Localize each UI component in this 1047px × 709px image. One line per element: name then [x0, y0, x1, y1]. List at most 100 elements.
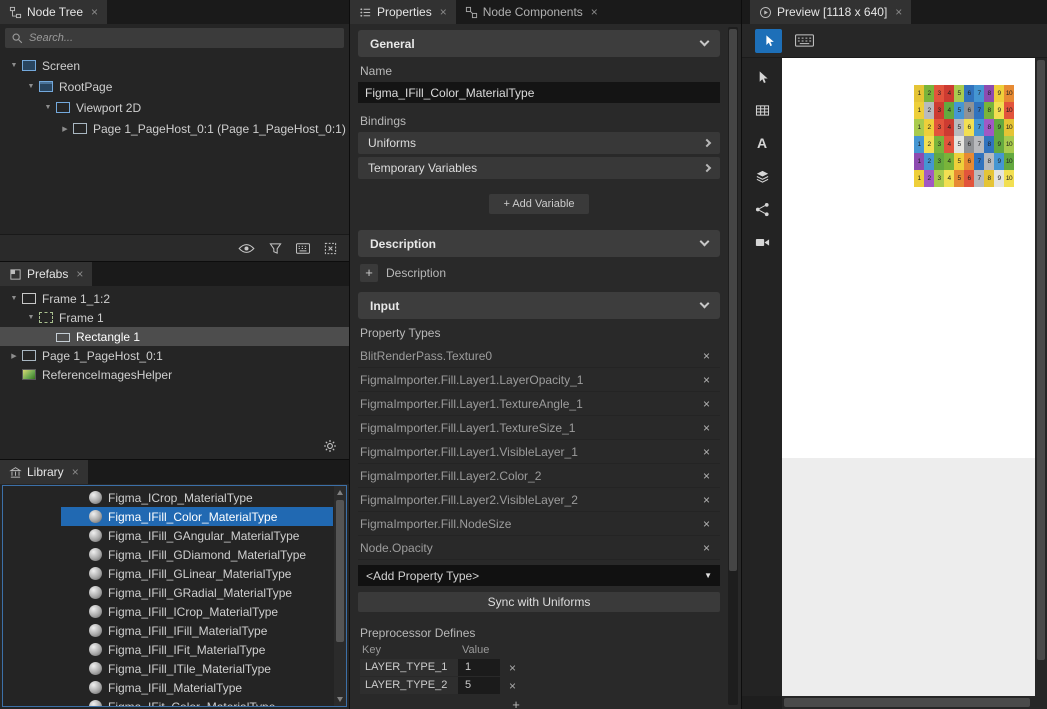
property-type-row[interactable]: BlitRenderPass.Texture0 × — [358, 344, 720, 368]
expander-icon[interactable]: ▼ — [24, 83, 38, 90]
sync-with-uniforms-button[interactable]: Sync with Uniforms — [358, 592, 720, 612]
prefabs-settings-button[interactable] — [323, 439, 337, 453]
expander-icon[interactable]: ▶ — [7, 352, 21, 360]
library-item[interactable]: Figma_IFill_IFit_MaterialType — [61, 640, 333, 659]
remove-icon[interactable]: × — [693, 373, 720, 387]
property-type-row[interactable]: FigmaImporter.Fill.Layer1.VisibleLayer_1… — [358, 440, 720, 464]
close-icon[interactable]: × — [72, 465, 79, 479]
remove-icon[interactable]: × — [509, 661, 516, 675]
close-icon[interactable]: × — [76, 267, 83, 281]
tree-item[interactable]: ▼ Viewport 2D — [0, 97, 349, 118]
property-type-row[interactable]: FigmaImporter.Fill.Layer1.TextureSize_1 … — [358, 416, 720, 440]
uniforms-row[interactable]: Uniforms — [358, 132, 720, 154]
properties-scrollbar[interactable] — [728, 27, 738, 705]
remove-icon[interactable]: × — [693, 517, 720, 531]
grid-tool-button[interactable] — [748, 99, 776, 121]
camera-tool-button[interactable] — [748, 231, 776, 253]
property-type-row[interactable]: FigmaImporter.Fill.NodeSize × — [358, 512, 720, 536]
define-value[interactable]: 1 — [458, 659, 500, 676]
scrollbar-thumb[interactable] — [729, 29, 737, 571]
property-type-row[interactable]: FigmaImporter.Fill.Layer1.TextureAngle_1… — [358, 392, 720, 416]
section-general-header[interactable]: General — [358, 30, 720, 57]
close-icon[interactable]: × — [440, 5, 447, 19]
text-tool-button[interactable]: A — [748, 132, 776, 154]
filter-button[interactable] — [269, 242, 282, 255]
property-type-row[interactable]: Node.Opacity × — [358, 536, 720, 560]
tab-prefabs[interactable]: Prefabs × — [0, 262, 92, 286]
define-key[interactable]: LAYER_TYPE_1 — [360, 659, 458, 676]
remove-icon[interactable]: × — [693, 445, 720, 459]
tree-item[interactable]: ▼ RootPage — [0, 76, 349, 97]
remove-icon[interactable]: × — [693, 541, 720, 555]
library-item[interactable]: Figma_IFill_GDiamond_MaterialType — [61, 545, 333, 564]
tree-item[interactable]: ▼ Frame 1_1:2 — [0, 289, 349, 308]
scrollbar-thumb[interactable] — [784, 698, 1030, 707]
add-variable-button[interactable]: + Add Variable — [489, 194, 588, 214]
expander-icon[interactable]: ▼ — [41, 104, 55, 111]
add-define-button[interactable]: + — [509, 697, 523, 709]
remove-icon[interactable]: × — [693, 421, 720, 435]
close-icon[interactable]: × — [591, 5, 598, 19]
property-type-row[interactable]: FigmaImporter.Fill.Layer2.Color_2 × — [358, 464, 720, 488]
define-key[interactable]: LAYER_TYPE_2 — [360, 677, 458, 694]
tree-item[interactable]: ▼ Screen — [0, 55, 349, 76]
tree-item[interactable]: Rectangle 1 — [0, 327, 349, 346]
virtual-keyboard-button[interactable] — [791, 29, 818, 53]
library-item[interactable]: Figma_IFit_Color_MaterialType — [61, 697, 333, 707]
close-icon[interactable]: × — [895, 5, 902, 19]
close-icon[interactable]: × — [91, 5, 98, 19]
tab-library[interactable]: Library × — [0, 460, 88, 484]
tab-node-components[interactable]: Node Components × — [456, 0, 607, 24]
scrollbar-thumb[interactable] — [336, 500, 344, 642]
library-item[interactable]: Figma_IFill_ICrop_MaterialType — [61, 602, 333, 621]
visibility-filter-button[interactable] — [238, 243, 255, 254]
library-item[interactable]: Figma_IFill_Color_MaterialType — [61, 507, 333, 526]
section-input-header[interactable]: Input — [358, 292, 720, 319]
node-graph-tool-button[interactable] — [748, 198, 776, 220]
preview-horizontal-scrollbar[interactable] — [782, 696, 1047, 709]
tree-item[interactable]: ReferenceImagesHelper — [0, 365, 349, 384]
expander-icon[interactable]: ▼ — [24, 314, 38, 321]
library-item[interactable]: Figma_IFill_IFill_MaterialType — [61, 621, 333, 640]
tab-properties[interactable]: Properties × — [350, 0, 456, 24]
preview-canvas[interactable]: 1234567891012345678910123456789101234567… — [782, 58, 1035, 696]
name-input[interactable] — [358, 82, 720, 103]
scroll-down-icon[interactable] — [337, 697, 343, 702]
select-tool-button[interactable] — [748, 66, 776, 88]
scroll-up-icon[interactable] — [337, 490, 343, 495]
expander-icon[interactable]: ▶ — [58, 125, 72, 133]
remove-icon[interactable]: × — [693, 469, 720, 483]
define-value[interactable]: 5 — [458, 677, 500, 694]
tab-node-tree[interactable]: Node Tree × — [0, 0, 107, 24]
property-type-row[interactable]: FigmaImporter.Fill.Layer1.LayerOpacity_1… — [358, 368, 720, 392]
library-item[interactable]: Figma_ICrop_MaterialType — [61, 488, 333, 507]
expander-icon[interactable]: ▼ — [7, 62, 21, 69]
library-scrollbar[interactable] — [334, 486, 346, 706]
expander-icon[interactable]: ▼ — [7, 295, 21, 302]
scrollbar-thumb[interactable] — [1037, 60, 1045, 660]
remove-icon[interactable]: × — [693, 397, 720, 411]
library-item[interactable]: Figma_IFill_MaterialType — [61, 678, 333, 697]
tree-item[interactable]: ▶ Page 1_PageHost_0:1 — [0, 346, 349, 365]
preview-vertical-scrollbar[interactable] — [1035, 58, 1047, 696]
add-description-button[interactable]: + — [360, 264, 378, 282]
tab-preview[interactable]: Preview [1118 x 640] × — [750, 0, 911, 24]
add-property-type-dropdown[interactable]: <Add Property Type> ▼ — [358, 565, 720, 586]
library-item[interactable]: Figma_IFill_ITile_MaterialType — [61, 659, 333, 678]
isolate-button[interactable] — [324, 242, 337, 255]
grid-toggle-button[interactable] — [296, 243, 310, 254]
temporary-variables-row[interactable]: Temporary Variables — [358, 157, 720, 179]
search-input[interactable] — [5, 28, 344, 48]
pick-tool-button[interactable] — [755, 29, 782, 53]
remove-icon[interactable]: × — [693, 349, 720, 363]
property-type-row[interactable]: FigmaImporter.Fill.Layer2.VisibleLayer_2… — [358, 488, 720, 512]
remove-icon[interactable]: × — [509, 679, 516, 693]
remove-icon[interactable]: × — [693, 493, 720, 507]
tree-item[interactable]: ▶ Page 1_PageHost_0:1 (Page 1_PageHost_0… — [0, 118, 349, 139]
section-description-header[interactable]: Description — [358, 230, 720, 257]
library-item[interactable]: Figma_IFill_GRadial_MaterialType — [61, 583, 333, 602]
library-item[interactable]: Figma_IFill_GAngular_MaterialType — [61, 526, 333, 545]
library-item[interactable]: Figma_IFill_GLinear_MaterialType — [61, 564, 333, 583]
layers-tool-button[interactable] — [748, 165, 776, 187]
tree-item[interactable]: ▼ Frame 1 — [0, 308, 349, 327]
